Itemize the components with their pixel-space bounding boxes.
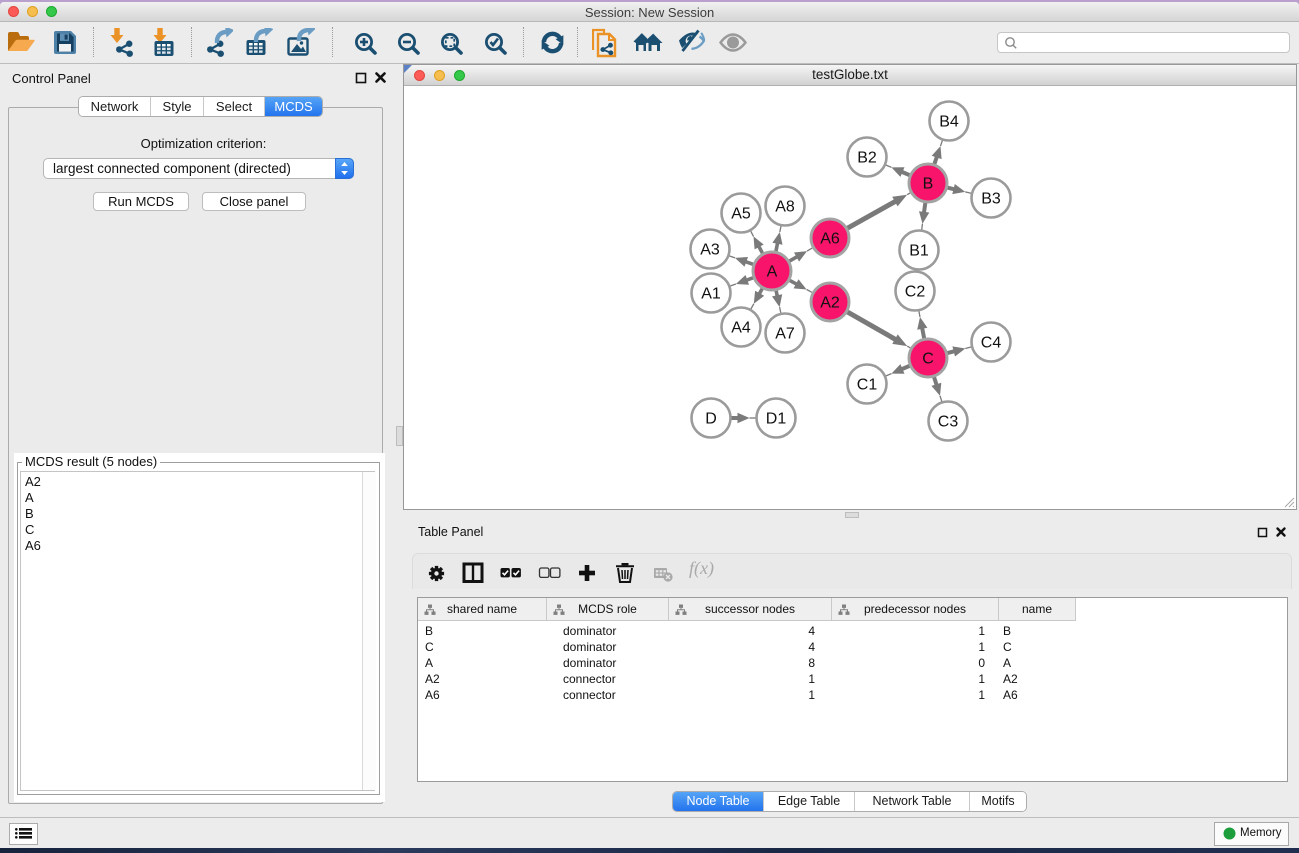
svg-text:A3: A3 (700, 242, 720, 259)
svg-text:C: C (922, 351, 934, 368)
svg-text:D: D (705, 411, 717, 428)
svg-text:D1: D1 (766, 411, 787, 428)
svg-text:B1: B1 (909, 243, 929, 260)
svg-text:C2: C2 (905, 284, 926, 301)
svg-text:C3: C3 (938, 414, 959, 431)
svg-text:A5: A5 (731, 206, 751, 223)
svg-text:B4: B4 (939, 114, 959, 131)
svg-text:A8: A8 (775, 199, 795, 216)
svg-text:C1: C1 (857, 377, 878, 394)
svg-text:A: A (767, 264, 778, 281)
svg-text:C4: C4 (981, 335, 1002, 352)
svg-text:B3: B3 (981, 191, 1001, 208)
svg-text:A4: A4 (731, 320, 751, 337)
svg-text:B: B (923, 176, 934, 193)
svg-text:A2: A2 (820, 295, 840, 312)
svg-text:B2: B2 (857, 150, 877, 167)
svg-text:A7: A7 (775, 326, 795, 343)
svg-text:A6: A6 (820, 231, 840, 248)
svg-text:A1: A1 (701, 286, 721, 303)
